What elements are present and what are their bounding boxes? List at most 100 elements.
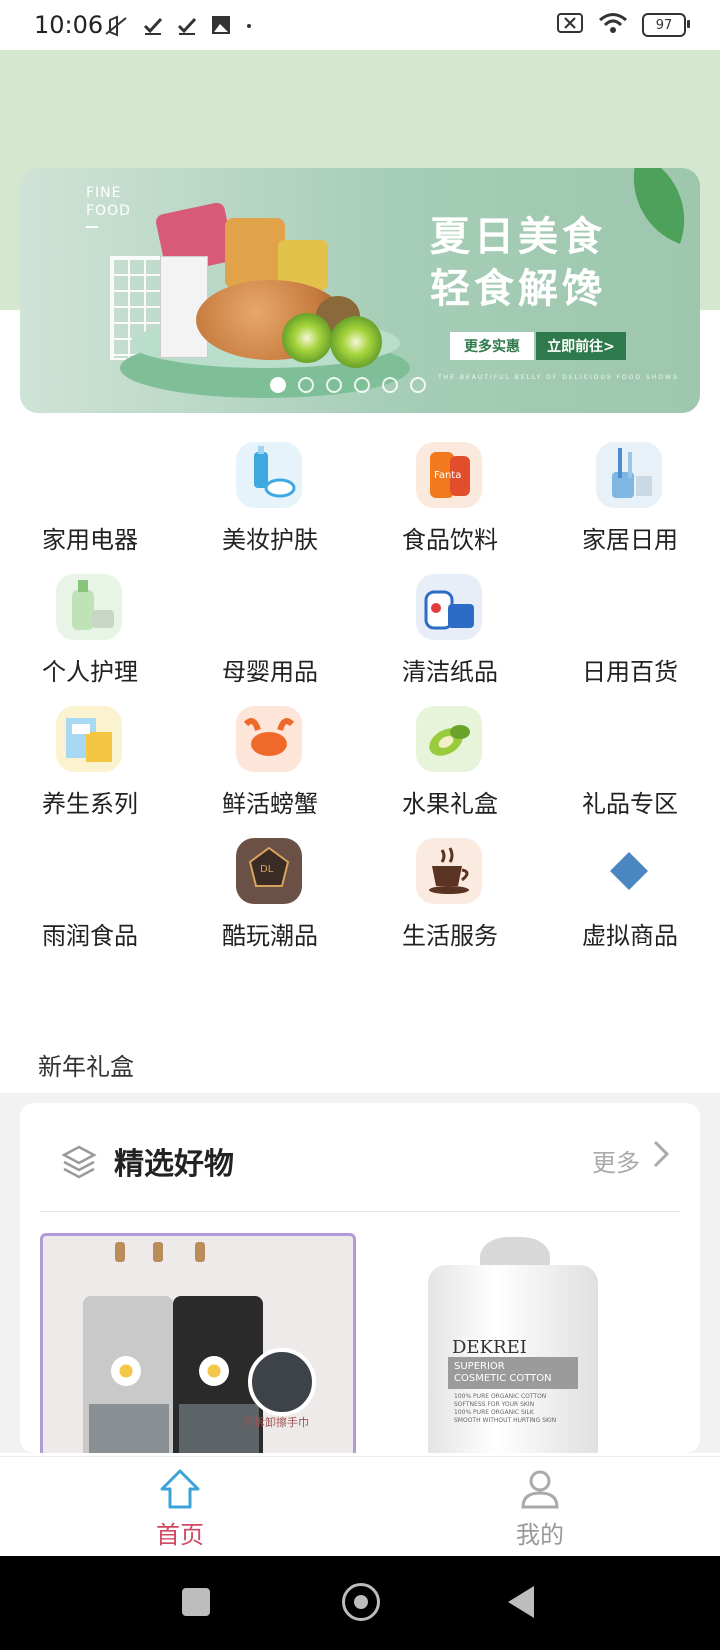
category-item[interactable]: 日用百货 [540,560,720,692]
category-item[interactable]: 养生系列 [0,692,180,824]
kiwi-slice-image [282,313,332,363]
section-title-new-year[interactable]: 新年礼盒 [38,1047,134,1082]
zoom-detail-image [248,1348,316,1416]
carousel-dot[interactable] [298,377,314,393]
category-item[interactable]: 清洁纸品 [360,560,540,692]
featured-more-link[interactable]: 更多 [592,1143,640,1178]
category-label: 清洁纸品 [402,658,498,686]
status-right-icons: 97 [556,12,690,38]
hook-decor [153,1242,163,1262]
check-icon [176,14,198,44]
category-item[interactable]: 生活服务 [360,824,540,956]
category-label: 水果礼盒 [402,790,498,818]
status-bar: 10:06 97 [0,0,720,50]
dot-icon [244,14,254,44]
category-label: 礼品专区 [582,790,678,818]
carousel-dot[interactable] [270,377,286,393]
banner-divider [86,226,98,228]
emblem-icon: DL [236,838,302,904]
banner-title-line1: 夏日美食 [430,214,606,260]
carousel-indicator [270,377,426,393]
crab-icon [236,706,302,772]
hook-decor [195,1242,205,1262]
category-item[interactable]: 礼品专区 [540,692,720,824]
system-home-button[interactable] [342,1583,380,1621]
category-label: 酷玩潮品 [222,922,318,950]
nav-home-label: 首页 [156,1521,204,1549]
recent-apps-button[interactable] [182,1588,210,1616]
category-label: 雨润食品 [42,922,138,950]
daisy-decor [111,1356,141,1386]
bottom-nav: 首页 我的 [0,1456,720,1557]
daisy-decor [199,1356,229,1386]
category-item[interactable]: 家用电器 [0,428,180,560]
category-item[interactable]: 鲜活螃蟹 [180,692,360,824]
category-item[interactable]: 虚拟商品 [540,824,720,956]
category-label: 食品饮料 [402,526,498,554]
product-brand: DEKREI [452,1337,527,1358]
product-label-strip: SUPERIOR COSMETIC COTTON [448,1357,578,1389]
category-label: 个人护理 [42,658,138,686]
nav-home[interactable]: 首页 [0,1457,360,1557]
category-item[interactable]: DL 酷玩潮品 [180,824,360,956]
banner-small-text: THE BEAUTIFUL BELLY OF DELICIOUS FOOD SH… [438,374,679,381]
status-time: 10:06 [34,11,104,39]
drink-can-icon: Fanta [416,442,482,508]
detergent-icon [416,574,482,640]
wifi-icon [598,12,628,38]
category-label: 虚拟商品 [582,922,678,950]
banner-go-button[interactable]: 立即前往> [536,332,626,360]
featured-title: 精选好物 [114,1147,234,1182]
banner-fine-food: FINE FOOD [86,185,131,219]
apron-pocket [89,1404,169,1453]
category-item[interactable]: 美妆护肤 [180,428,360,560]
check-icon [142,14,164,44]
nav-me[interactable]: 我的 [360,1457,720,1557]
nav-me-label: 我的 [516,1521,564,1549]
featured-header: 精选好物 更多 [40,1103,680,1212]
product-card-cotton[interactable]: DEKREI SUPERIOR COSMETIC COTTON 100% PUR… [370,1233,670,1453]
carousel-dot[interactable] [382,377,398,393]
category-item[interactable]: 母婴用品 [180,560,360,692]
category-label: 鲜活螃蟹 [222,790,318,818]
toothbrush-cup-icon [596,442,662,508]
coffee-icon [416,838,482,904]
layers-icon [60,1143,98,1181]
mute-icon [104,14,130,44]
banner-more-button[interactable]: 更多实惠 [450,332,534,360]
category-label: 日用百货 [582,658,678,686]
skincare-icon [236,442,302,508]
product-fine-print: 100% PURE ORGANIC COTTON SOFTNESS FOR YO… [454,1393,557,1424]
category-label: 家居日用 [582,526,678,554]
battery-icon: 97 [642,13,690,37]
featured-card: 精选好物 更多 可拆卸擦手巾 DEKREI SUPERIOR COSMETIC … [20,1103,700,1453]
category-label: 美妆护肤 [222,526,318,554]
chevron-right-icon[interactable] [646,1139,676,1169]
product-card-apron[interactable]: 可拆卸擦手巾 [40,1233,356,1453]
home-icon [158,1467,202,1511]
category-item[interactable]: 雨润食品 [0,824,180,956]
category-label: 生活服务 [402,922,498,950]
carousel-dot[interactable] [354,377,370,393]
leaf-decor [614,168,700,244]
kiwi-slice-image [330,316,382,368]
hook-decor [115,1242,125,1262]
health-box-icon [56,706,122,772]
category-item[interactable]: Fanta 食品饮料 [360,428,540,560]
banner-title-line2: 轻食解馋 [430,266,606,312]
status-left-icons [104,14,254,44]
category-item[interactable]: 个人护理 [0,560,180,692]
sim-off-icon [556,12,584,38]
category-label: 家用电器 [42,526,138,554]
category-item[interactable]: 家居日用 [540,428,720,560]
carousel-dot[interactable] [410,377,426,393]
snack-bag-image [225,218,285,288]
category-item[interactable]: 水果礼盒 [360,692,540,824]
kiwi-icon [416,706,482,772]
category-label: 养生系列 [42,790,138,818]
category-label: 母婴用品 [222,658,318,686]
image-icon [210,14,232,44]
svg-text:DL: DL [260,864,274,875]
back-button[interactable] [508,1586,534,1618]
carousel-dot[interactable] [326,377,342,393]
